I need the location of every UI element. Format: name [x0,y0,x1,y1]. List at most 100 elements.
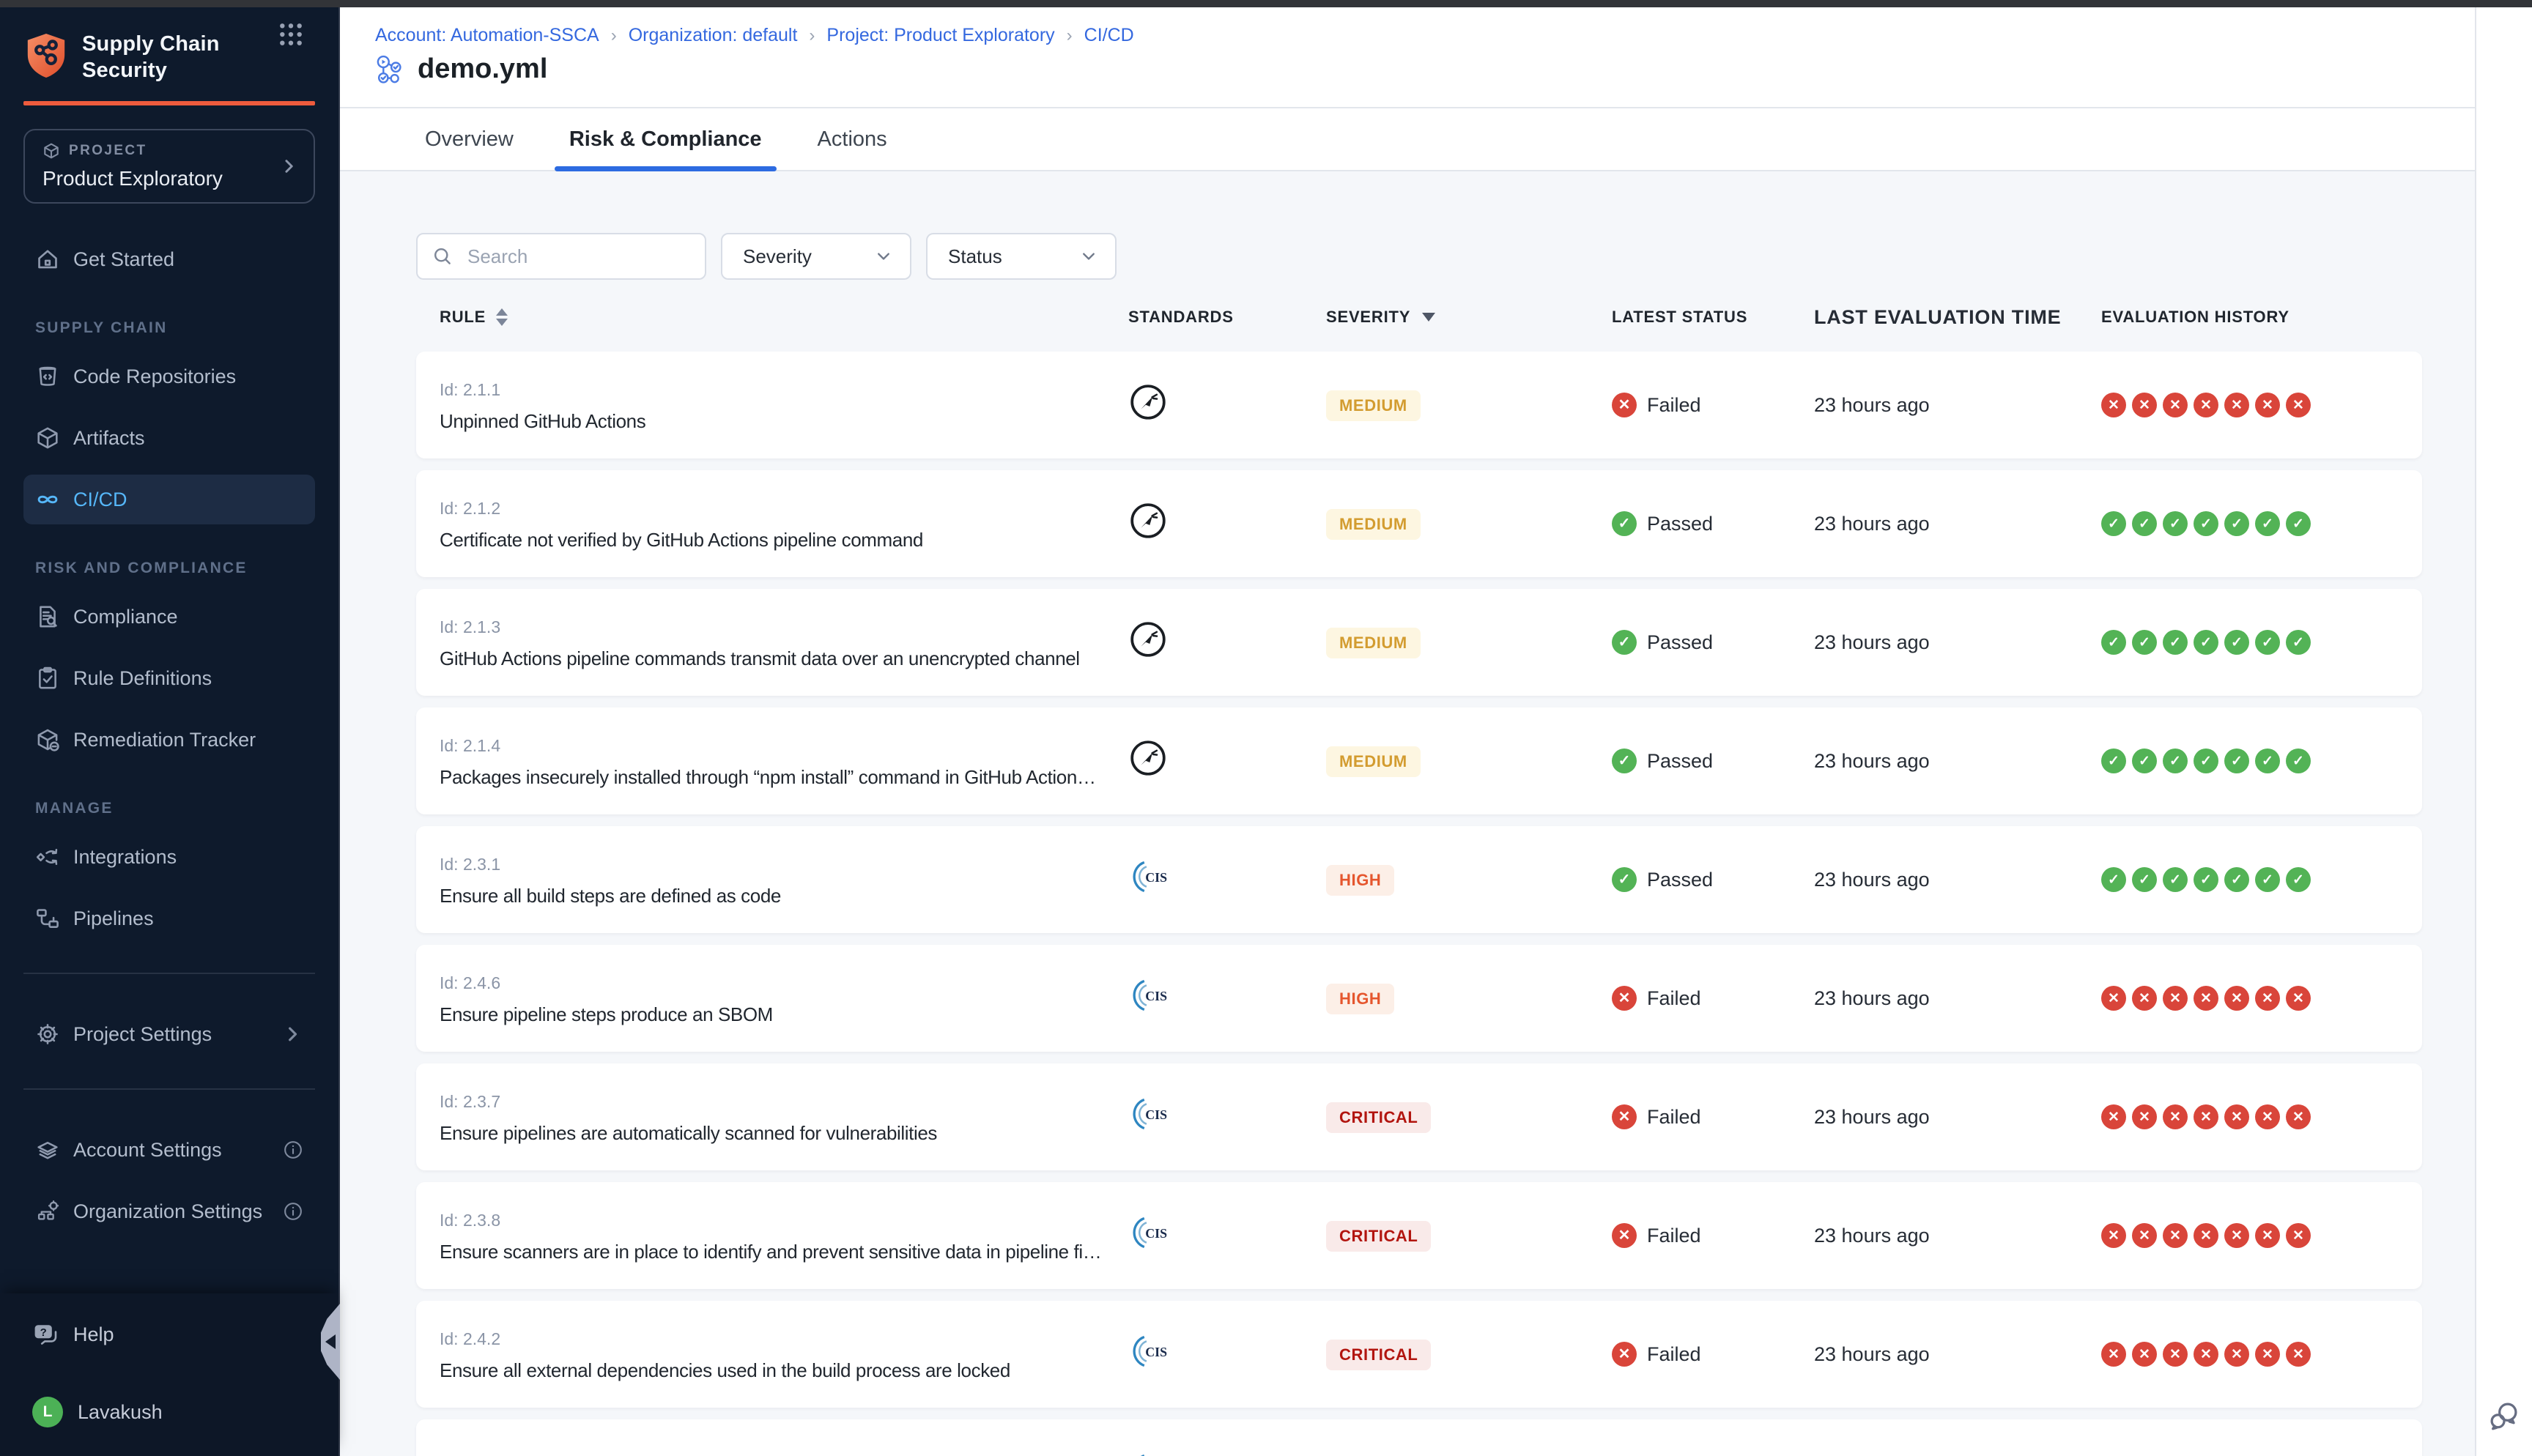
svg-text:CIS: CIS [1145,1345,1167,1359]
history-pass-icon: ✓ [2101,630,2126,655]
history-fail-icon: ✕ [2101,986,2126,1011]
rule-row[interactable]: Id: 2.3.1Ensure all build steps are defi… [416,826,2422,933]
history-pass-icon: ✓ [2194,867,2218,892]
help-button[interactable]: ? Help [0,1314,338,1355]
history-fail-icon: ✕ [2286,1223,2311,1248]
last-evaluation-time: 23 hours ago [1814,1106,2101,1129]
module-grid-icon[interactable] [278,22,303,47]
sidebar-item-account-settings[interactable]: Account Settings [23,1125,315,1175]
rule-id: Id: 2.3.8 [440,1211,1102,1230]
history-fail-icon: ✕ [2132,1104,2157,1129]
sidebar-item-remediation-tracker[interactable]: Remediation Tracker [23,715,315,765]
status-text: Passed [1647,631,1713,654]
evaluation-history: ✓✓✓✓✓✓✓ [2101,749,2422,773]
last-evaluation-time: 23 hours ago [1814,513,2101,535]
status-failed-icon: ✕ [1612,1104,1637,1129]
breadcrumb-link[interactable]: Account: Automation-SSCA [375,25,599,46]
sidebar-item-project-settings[interactable]: Project Settings [23,1009,315,1059]
history-fail-icon: ✕ [2163,393,2188,417]
history-pass-icon: ✓ [2286,511,2311,536]
history-pass-icon: ✓ [2286,630,2311,655]
severity-badge: MEDIUM [1326,746,1421,777]
sidebar-section-supply-chain: SUPPLY CHAIN [35,319,338,337]
history-pass-icon: ✓ [2224,867,2249,892]
last-evaluation-time: 23 hours ago [1814,1343,2101,1366]
artifacts-cube-icon [35,426,60,450]
rule-id: Id: 2.1.4 [440,736,1102,756]
sidebar-item-get-started[interactable]: Get Started [23,234,315,284]
column-header-rule[interactable]: RULE [416,308,1128,327]
history-pass-icon: ✓ [2101,867,2126,892]
sidebar-item-compliance[interactable]: Compliance [23,592,315,642]
rule-row[interactable]: Id: 2.1.2Certificate not verified by Git… [416,470,2422,577]
sidebar-nav: Get Started SUPPLY CHAIN Code Repositories… [0,234,338,1236]
breadcrumb-link[interactable]: CI/CD [1084,25,1134,46]
column-label: STANDARDS [1128,308,1234,327]
rule-row[interactable]: Id: 2.3.7Ensure pipelines are automatica… [416,1063,2422,1170]
app-title: Supply Chain Security [82,31,220,83]
last-evaluation-time: 23 hours ago [1814,869,2101,891]
remediation-tracker-icon [35,727,60,752]
avatar: L [32,1397,63,1427]
severity-filter-label: Severity [743,245,812,268]
cis-icon: CIS [1128,1450,1168,1456]
rule-row[interactable]: Id: 2.1.1Unpinned GitHub ActionsMEDIUM✕F… [416,352,2422,458]
user-menu[interactable]: L Lavakush [0,1392,338,1433]
organization-settings-icon [35,1199,60,1224]
rule-rows: Id: 2.1.1Unpinned GitHub ActionsMEDIUM✕F… [416,352,2422,1456]
sidebar-item-ci-cd[interactable]: CI/CD [23,475,315,524]
status-failed-icon: ✕ [1612,1342,1637,1367]
cis-icon: CIS [1128,976,1168,1015]
rule-row[interactable]: Id: 2.4.2Ensure all external dependencie… [416,1301,2422,1408]
sidebar-section-manage: MANAGE [35,800,338,817]
breadcrumb-link[interactable]: Project: Product Exploratory [826,25,1054,46]
severity-badge: HIGH [1326,865,1394,896]
sidebar-item-label: Pipelines [73,907,154,930]
tab-overview[interactable]: Overview [425,108,514,170]
severity-badge: HIGH [1326,984,1394,1014]
history-fail-icon: ✕ [2194,986,2218,1011]
history-pass-icon: ✓ [2101,749,2126,773]
tab-risk-compliance[interactable]: Risk & Compliance [569,108,762,170]
search-input[interactable] [464,244,690,270]
rule-row[interactable]: Id: 2.1.3GitHub Actions pipeline command… [416,589,2422,696]
page-title: demo.yml [418,53,547,85]
rule-row[interactable]: Id: 3.1.7CISCRITICAL✕Failed23 hours ago✕… [416,1419,2422,1456]
history-fail-icon: ✕ [2132,1223,2157,1248]
status-filter-dropdown[interactable]: Status [926,233,1117,280]
column-header-severity[interactable]: SEVERITY [1326,308,1612,327]
status-text: Passed [1647,750,1713,773]
sidebar-item-rule-definitions[interactable]: Rule Definitions [23,653,315,703]
rule-row[interactable]: Id: 2.1.4Packages insecurely installed t… [416,707,2422,814]
rule-row[interactable]: Id: 2.4.6Ensure pipeline steps produce a… [416,945,2422,1052]
project-selector[interactable]: PROJECT Product Exploratory [23,129,315,204]
history-pass-icon: ✓ [2286,749,2311,773]
cicd-infinity-icon [35,487,60,512]
severity-filter-dropdown[interactable]: Severity [721,233,911,280]
svg-text:CIS: CIS [1145,870,1167,885]
history-fail-icon: ✕ [2224,393,2249,417]
tab-actions[interactable]: Actions [818,108,887,170]
history-pass-icon: ✓ [2132,630,2157,655]
sidebar-item-integrations[interactable]: Integrations [23,832,315,882]
column-label: SEVERITY [1326,308,1410,327]
owasp-icon [1128,501,1168,541]
info-icon [283,1140,303,1160]
sidebar-item-code-repositories[interactable]: Code Repositories [23,352,315,401]
brand-divider [23,101,315,105]
history-fail-icon: ✕ [2255,1223,2280,1248]
rule-row[interactable]: Id: 2.3.8Ensure scanners are in place to… [416,1182,2422,1289]
sidebar-item-pipelines[interactable]: Pipelines [23,894,315,943]
sidebar-item-artifacts[interactable]: Artifacts [23,413,315,463]
history-fail-icon: ✕ [2224,1223,2249,1248]
breadcrumb-link[interactable]: Organization: default [629,25,798,46]
chat-support-icon[interactable] [2487,1399,2521,1433]
history-pass-icon: ✓ [2163,867,2188,892]
history-fail-icon: ✕ [2101,1342,2126,1367]
chevron-down-icon [1080,248,1097,265]
history-pass-icon: ✓ [2224,630,2249,655]
history-pass-icon: ✓ [2255,867,2280,892]
history-fail-icon: ✕ [2163,986,2188,1011]
sidebar-item-label: Compliance [73,606,178,628]
sidebar-item-organization-settings[interactable]: Organization Settings [23,1186,315,1236]
